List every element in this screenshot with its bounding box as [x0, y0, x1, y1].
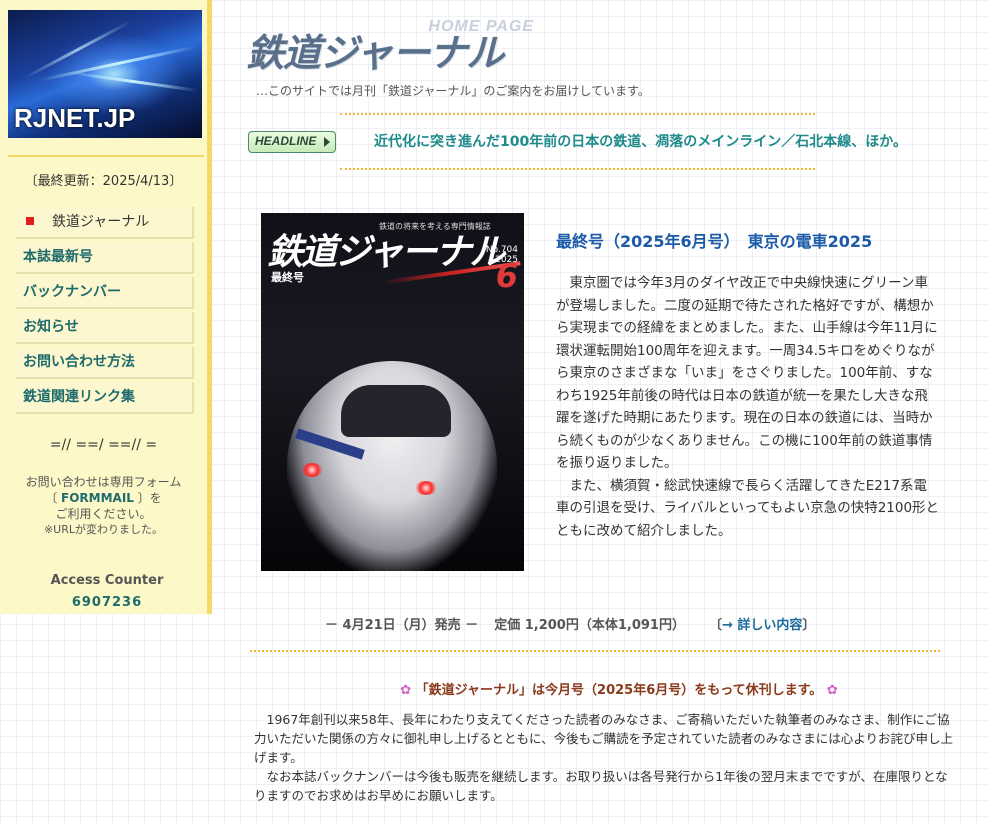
nav-item-contact[interactable]: お問い合わせ方法	[16, 347, 194, 379]
bracket: 〕	[802, 618, 816, 633]
last-updated: 〔最終更新：2025/4/13〕	[24, 174, 183, 189]
notice-paragraph: 1967年創刊以来58年、長年にわたり支えてくださった読者のみなさま、ご寄稿いた…	[254, 712, 954, 765]
contact-line: 〔 FORMMAIL 〕を	[0, 490, 207, 506]
article-title: 最終号（2025年6月号） 東京の電車2025	[556, 232, 873, 251]
dotted-divider	[340, 168, 815, 170]
site-title-jp: 鉄道ジャーナル	[246, 30, 504, 75]
cover-final-issue-label: 最終号	[271, 271, 304, 284]
dotted-divider	[340, 113, 815, 115]
flower-icon: ✿	[826, 683, 838, 698]
nav-item-news[interactable]: お知らせ	[16, 312, 194, 344]
bracket: 〔	[45, 491, 62, 505]
cover-tail-light	[415, 481, 437, 495]
contact-line: お問い合わせは専用フォーム	[25, 475, 182, 489]
notice-title-text: 「鉄道ジャーナル」は今月号（2025年6月号）をもって休刊します。	[415, 683, 823, 698]
headline-badge-label: HEADLINE	[255, 134, 317, 148]
nav-item-back-numbers[interactable]: バックナンバー	[16, 277, 194, 309]
contact-note: お問い合わせは専用フォーム 〔 FORMMAIL 〕を ご利用ください。 ※UR…	[0, 474, 207, 538]
site-title-banner: HOME PAGE 鉄道ジャーナル	[242, 16, 540, 75]
nav-item-links[interactable]: 鉄道関連リンク集	[16, 382, 194, 414]
article-body: 東京圏では今年3月のダイヤ改正で中央線快速にグリーン車が登場しました。二度の延期…	[556, 272, 940, 542]
formmail-link[interactable]: FORMMAIL	[61, 491, 134, 505]
url-change-note: ※URLが変わりました。	[43, 523, 164, 536]
nav-item-label: 鉄道ジャーナル	[52, 214, 150, 230]
contact-line: ご利用ください。	[55, 507, 152, 521]
flower-icon: ✿	[400, 683, 412, 698]
cover-month: 6	[495, 257, 518, 295]
access-counter-value: 6907236	[71, 595, 143, 610]
details-link[interactable]: → 詳しい内容	[722, 618, 802, 633]
nav-item-latest-issue[interactable]: 本誌最新号	[16, 242, 194, 274]
release-price: 定価 1,200円（本体1,091円）	[494, 618, 685, 633]
nav-item-home[interactable]: 鉄道ジャーナル	[16, 207, 194, 239]
notice-paragraph: なお本誌バックナンバーは今後も販売を継続します。お取り扱いは各号発行から1年後の…	[254, 769, 948, 803]
magazine-cover-image[interactable]: 鉄道の将来を考える専門情報誌 鉄道ジャーナル 最終号 No.704 2025 6	[261, 213, 524, 571]
bracket: 〔	[708, 618, 722, 633]
site-description: …このサイトでは月刊「鉄道ジャーナル」のご案内をお届けしています。	[256, 84, 650, 98]
cover-issue-no: No.704	[485, 245, 518, 255]
site-logo[interactable]: RJNET.JP	[8, 10, 202, 138]
logo-light-streak	[39, 45, 197, 82]
play-arrow-icon	[324, 137, 330, 147]
cover-title: 鉄道ジャーナル	[267, 231, 505, 273]
access-counter-label: Access Counter	[50, 573, 164, 588]
cover-train-window	[341, 385, 451, 437]
release-date: － 4月21日（月）発売 －	[325, 618, 479, 633]
nav-separator: =// ==/ ==// =	[49, 437, 158, 453]
sidebar: RJNET.JP 〔最終更新：2025/4/13〕 鉄道ジャーナル 本誌最新号 …	[0, 0, 212, 614]
headline-badge: HEADLINE	[248, 131, 336, 153]
sidebar-divider	[8, 155, 204, 157]
notice-title: ✿ 「鉄道ジャーナル」は今月号（2025年6月号）をもって休刊します。 ✿	[0, 679, 988, 698]
article-paragraph: 東京圏では今年3月のダイヤ改正で中央線快速にグリーン車が登場しました。二度の延期…	[556, 275, 938, 471]
release-info: － 4月21日（月）発売 － 定価 1,200円（本体1,091円） 〔→ 詳しい内…	[325, 614, 885, 633]
current-page-bullet-icon	[26, 217, 34, 225]
bracket: 〕を	[133, 491, 162, 505]
notice-body: 1967年創刊以来58年、長年にわたり支えてくださった読者のみなさま、ご寄稿いた…	[254, 710, 956, 805]
logo-text: RJNET.JP	[14, 103, 136, 133]
logo-light-streak	[68, 70, 198, 93]
headline-text: 近代化に突き進んだ100年前の日本の鉄道、凋落のメインライン／石北本線、ほか。	[374, 134, 907, 150]
cover-tail-light	[301, 463, 323, 477]
dotted-divider	[250, 650, 940, 652]
article-paragraph: また、横須賀・総武快速線で長らく活躍してきたE217系電車の引退を受け、ライバル…	[556, 477, 940, 539]
